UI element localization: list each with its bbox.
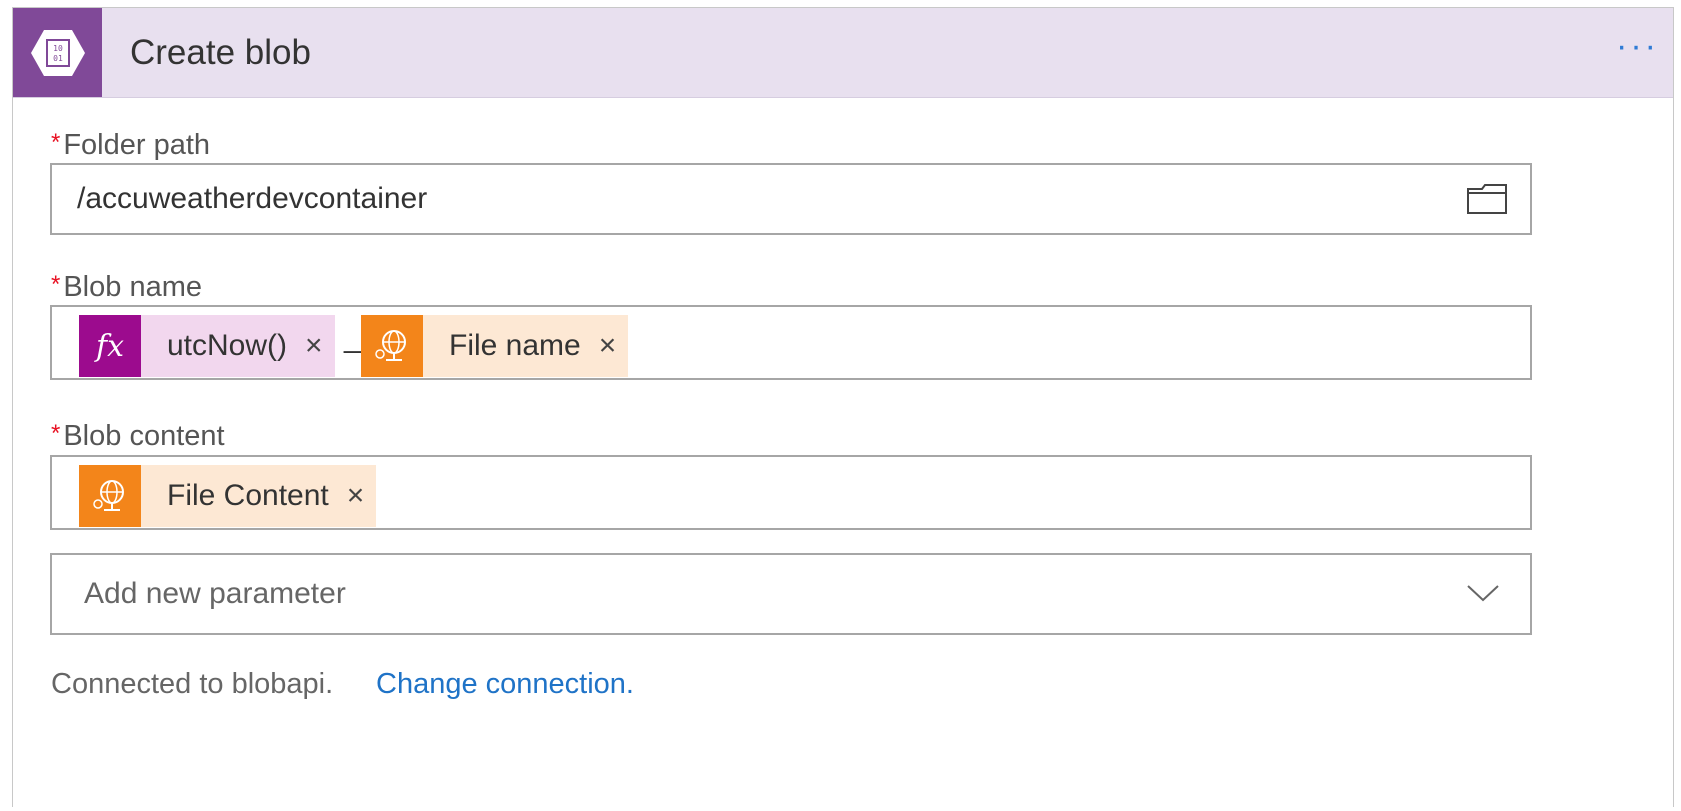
blob-content-input[interactable]: File Content ×: [50, 455, 1532, 530]
card-header[interactable]: 10 01 Create blob ···: [13, 8, 1673, 98]
web-connector-icon: [79, 465, 141, 527]
add-parameter-placeholder: Add new parameter: [84, 577, 346, 610]
remove-token-button[interactable]: ×: [337, 479, 377, 513]
connection-status: Connected to blobapi.: [51, 668, 334, 700]
svg-text:10: 10: [53, 44, 63, 53]
blob-name-input[interactable]: fx utcNow() × _ File name ×: [50, 305, 1532, 380]
required-mark: *: [51, 420, 61, 447]
blob-name-label: * Blob name: [51, 271, 202, 304]
required-mark: *: [51, 271, 61, 298]
token-file-name[interactable]: File name ×: [361, 315, 629, 377]
blob-content-label: * Blob content: [51, 420, 225, 453]
folder-path-value: /accuweatherdevcontainer: [77, 182, 428, 215]
blob-name-label-text: Blob name: [63, 271, 202, 303]
function-icon: fx: [79, 315, 141, 377]
required-mark: *: [51, 129, 61, 156]
card-title: Create blob: [130, 33, 311, 72]
separator-text: _: [344, 321, 361, 354]
svg-text:01: 01: [53, 54, 63, 63]
token-utcnow[interactable]: fx utcNow() ×: [79, 315, 335, 377]
blob-content-label-text: Blob content: [63, 420, 225, 452]
folder-path-label: * Folder path: [51, 129, 210, 162]
remove-token-button[interactable]: ×: [295, 329, 335, 363]
token-file-content[interactable]: File Content ×: [79, 465, 377, 527]
folder-path-label-text: Folder path: [63, 129, 211, 161]
remove-token-button[interactable]: ×: [589, 329, 629, 363]
folder-icon[interactable]: [1466, 183, 1508, 215]
blob-storage-icon-box: 10 01: [13, 8, 102, 97]
token-label: File name: [449, 329, 581, 362]
more-options-button[interactable]: ···: [1616, 26, 1659, 66]
token-label: utcNow(): [167, 329, 288, 362]
chevron-down-icon[interactable]: [1466, 583, 1500, 603]
folder-path-input[interactable]: /accuweatherdevcontainer: [50, 163, 1532, 235]
add-parameter-dropdown[interactable]: Add new parameter: [50, 553, 1532, 635]
token-label: File Content: [167, 479, 329, 512]
change-connection-link[interactable]: Change connection.: [376, 668, 634, 701]
web-connector-icon: [361, 315, 423, 377]
blob-storage-icon: 10 01: [30, 29, 85, 76]
create-blob-card: 10 01 Create blob ··· * Folder path /accu…: [12, 7, 1674, 807]
